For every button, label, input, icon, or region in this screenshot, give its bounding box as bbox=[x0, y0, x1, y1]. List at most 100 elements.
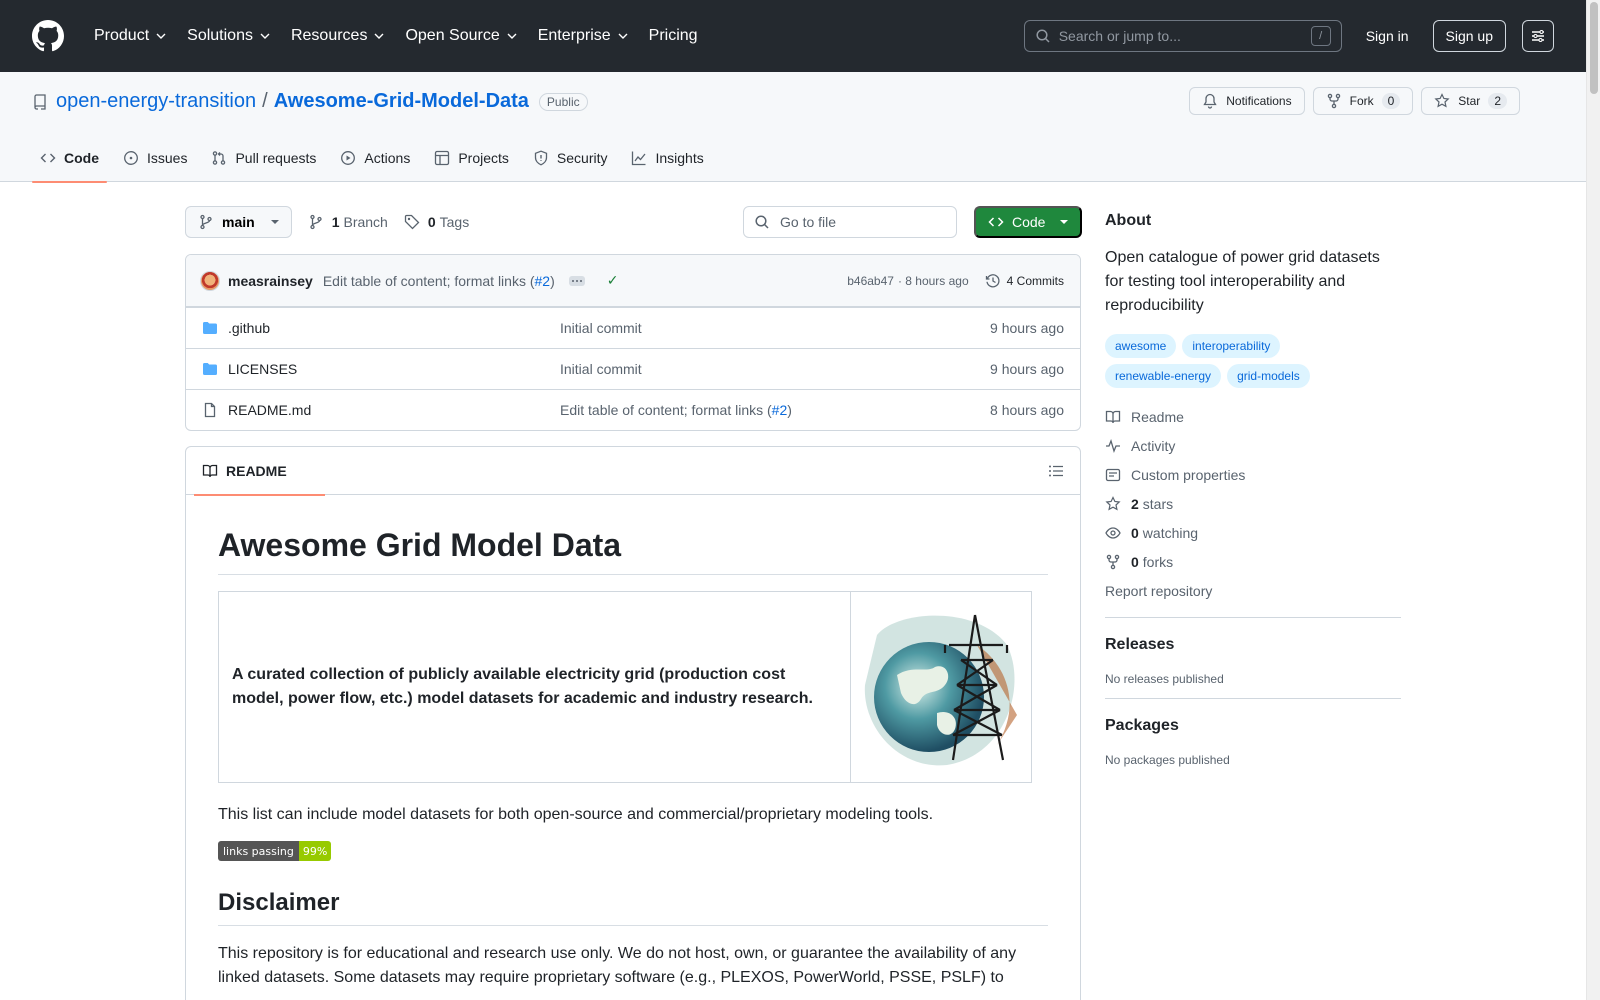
eye-icon bbox=[1105, 526, 1121, 539]
branch-select-button[interactable]: main bbox=[185, 206, 292, 238]
packages-empty-text: No packages published bbox=[1105, 753, 1230, 767]
nav-enterprise[interactable]: Enterprise bbox=[530, 20, 637, 52]
readme-tab[interactable]: README bbox=[194, 447, 325, 496]
nav-product[interactable]: Product bbox=[86, 20, 175, 52]
tab-issues-label: Issues bbox=[147, 150, 188, 166]
sign-up-button[interactable]: Sign up bbox=[1432, 20, 1506, 52]
search-shortcut-key: / bbox=[1310, 26, 1331, 46]
note-icon bbox=[1105, 468, 1121, 481]
caret-down-icon bbox=[1060, 220, 1068, 224]
tab-pull-requests[interactable]: Pull requests bbox=[203, 134, 324, 182]
commits-history-link[interactable]: 4 Commits bbox=[985, 273, 1064, 289]
repo-name-link[interactable]: Awesome-Grid-Model-Data bbox=[274, 90, 529, 113]
chevron-down-icon bbox=[374, 33, 384, 39]
shield-icon bbox=[534, 150, 548, 166]
file-commit-message[interactable]: Edit table of content; format links (#2) bbox=[560, 402, 990, 418]
repo-owner-link[interactable]: open-energy-transition bbox=[56, 90, 256, 113]
readme-disclaimer-paragraph: This repository is for educational and r… bbox=[218, 945, 1017, 986]
file-commit-message[interactable]: Initial commit bbox=[560, 361, 990, 377]
topic-tag[interactable]: interoperability bbox=[1182, 334, 1281, 358]
activity-link[interactable]: Activity bbox=[1105, 431, 1401, 460]
branch-name: main bbox=[222, 214, 255, 230]
commit-author-link[interactable]: measrainsey bbox=[228, 273, 313, 289]
code-download-button[interactable]: Code bbox=[974, 206, 1082, 238]
branch-label: Branch bbox=[343, 214, 388, 230]
file-commit-pr-link[interactable]: #2 bbox=[772, 402, 788, 418]
tab-insights-label: Insights bbox=[655, 150, 704, 166]
commit-pr-link[interactable]: #2 bbox=[535, 273, 551, 289]
table-icon bbox=[435, 150, 450, 166]
fork-button[interactable]: Fork 0 bbox=[1312, 87, 1414, 115]
tab-issues[interactable]: Issues bbox=[115, 134, 195, 182]
caret-down-icon bbox=[270, 220, 279, 224]
commit-hash-link[interactable]: b46ab47 bbox=[847, 274, 894, 288]
branches-link[interactable]: 1 Branch bbox=[308, 214, 388, 230]
badge-left-text: links passing bbox=[218, 841, 299, 861]
file-name-link[interactable]: .github bbox=[228, 320, 560, 336]
packages-heading[interactable]: Packages bbox=[1105, 717, 1401, 735]
tab-security[interactable]: Security bbox=[525, 134, 616, 182]
file-commit-time: 9 hours ago bbox=[990, 361, 1064, 377]
avatar[interactable] bbox=[200, 270, 220, 291]
chevron-down-icon bbox=[507, 33, 517, 39]
star-button[interactable]: Star 2 bbox=[1421, 87, 1520, 115]
file-name-link[interactable]: README.md bbox=[228, 402, 560, 418]
header-right: Search or jump to... / Sign in Sign up bbox=[1023, 20, 1554, 52]
readme-title: Awesome Grid Model Data bbox=[218, 527, 1048, 575]
nav-pricing[interactable]: Pricing bbox=[641, 20, 706, 52]
topic-tag[interactable]: renewable-energy bbox=[1105, 364, 1222, 388]
readme-panel: README Awesome Grid Model Data A curated… bbox=[185, 446, 1081, 1000]
watchers-link[interactable]: 0 watching bbox=[1105, 518, 1401, 547]
readme-intro-table: A curated collection of publicly availab… bbox=[218, 591, 1032, 783]
nav-open-source[interactable]: Open Source bbox=[397, 20, 525, 52]
menu-sliders-button[interactable] bbox=[1522, 20, 1554, 52]
readme-link[interactable]: Readme bbox=[1105, 402, 1401, 431]
tab-projects[interactable]: Projects bbox=[426, 134, 517, 182]
star-icon bbox=[1105, 495, 1121, 510]
topic-tag[interactable]: awesome bbox=[1105, 334, 1177, 358]
file-row: LICENSES Initial commit 9 hours ago bbox=[186, 348, 1080, 389]
expand-commit-ellipsis-icon[interactable] bbox=[568, 275, 585, 286]
github-logo-icon[interactable] bbox=[32, 20, 64, 52]
star-label: Star bbox=[1458, 94, 1481, 108]
tab-code[interactable]: Code bbox=[32, 134, 107, 183]
play-icon bbox=[341, 151, 356, 165]
notifications-button[interactable]: Notifications bbox=[1189, 87, 1305, 115]
go-to-file-input[interactable]: Go to file bbox=[743, 206, 957, 238]
repo-icon bbox=[34, 93, 46, 110]
check-icon[interactable]: ✓ bbox=[607, 272, 619, 289]
folder-icon bbox=[203, 363, 217, 375]
commit-message-text: Edit table of content; format links ( bbox=[322, 272, 535, 289]
tab-code-label: Code bbox=[64, 150, 99, 166]
nav-resources[interactable]: Resources bbox=[283, 20, 393, 52]
global-search-input[interactable]: Search or jump to... / bbox=[1023, 20, 1342, 52]
scrollbar-thumb[interactable] bbox=[1590, 2, 1598, 94]
issue-icon bbox=[124, 151, 138, 165]
links-passing-badge[interactable]: links passing 99% bbox=[218, 841, 332, 861]
repo-actions: Notifications Fork 0 Star 2 bbox=[1189, 87, 1520, 115]
list-unordered-icon[interactable] bbox=[1048, 463, 1064, 479]
book-icon bbox=[202, 464, 218, 477]
file-commit-message[interactable]: Initial commit bbox=[560, 320, 990, 336]
tab-insights[interactable]: Insights bbox=[623, 134, 711, 182]
sliders-icon bbox=[1532, 30, 1544, 42]
custom-properties-link[interactable]: Custom properties bbox=[1105, 460, 1401, 489]
code-icon bbox=[988, 217, 1004, 227]
nav-solutions[interactable]: Solutions bbox=[179, 20, 279, 52]
page-scrollbar[interactable] bbox=[1586, 0, 1600, 1000]
topic-tag[interactable]: grid-models bbox=[1227, 364, 1310, 388]
tags-link[interactable]: 0 Tags bbox=[404, 214, 469, 230]
commit-message[interactable]: Edit table of content; format links (#2) bbox=[323, 273, 555, 289]
nav-pricing-label: Pricing bbox=[648, 27, 698, 44]
report-repository-link[interactable]: Report repository bbox=[1105, 576, 1401, 605]
file-name-link[interactable]: LICENSES bbox=[228, 361, 560, 377]
sign-in-link[interactable]: Sign in bbox=[1366, 28, 1409, 44]
code-button-label: Code bbox=[1012, 214, 1046, 230]
tab-actions[interactable]: Actions bbox=[332, 134, 418, 182]
visibility-badge: Public bbox=[538, 92, 588, 111]
readme-tab-label: README bbox=[226, 462, 287, 479]
watching-count: 0 bbox=[1131, 524, 1139, 541]
stars-link[interactable]: 2 stars bbox=[1105, 489, 1401, 518]
forks-link[interactable]: 0 forks bbox=[1105, 547, 1401, 576]
releases-heading[interactable]: Releases bbox=[1105, 636, 1401, 654]
